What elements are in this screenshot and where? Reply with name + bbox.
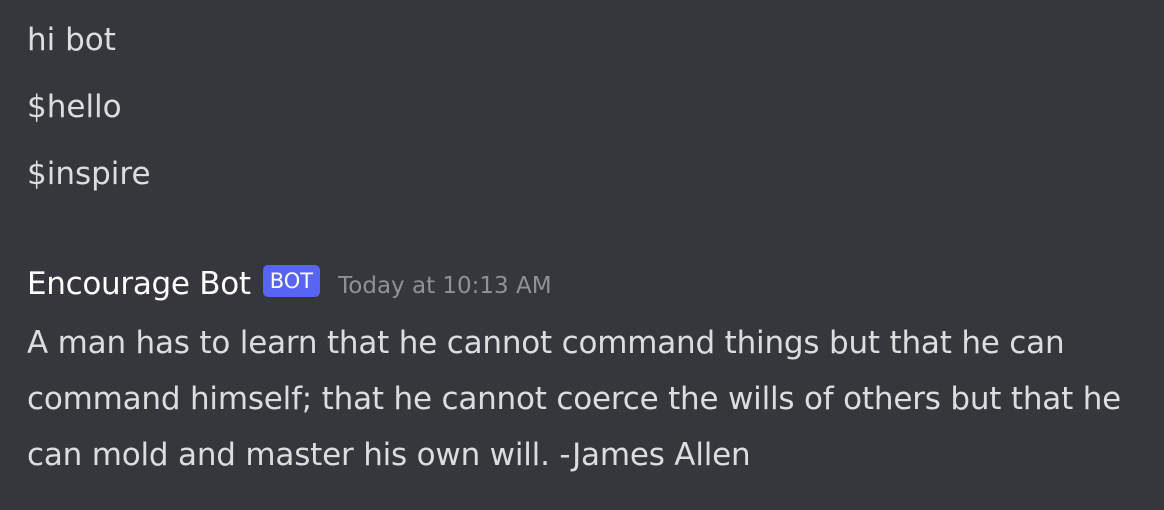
message-timestamp[interactable]: Today at 10:13 AM — [338, 273, 551, 299]
message-text: $inspire — [27, 156, 151, 192]
bot-message-text: A man has to learn that he cannot comman… — [27, 325, 1122, 473]
message-header: Encourage Bot BOT Today at 10:13 AM — [27, 262, 552, 306]
message-text: hi bot — [27, 22, 116, 58]
author-name[interactable]: Encourage Bot — [27, 266, 251, 302]
bot-badge: BOT — [262, 265, 321, 297]
chat-messages: hi bot $hello $inspire Encourage Bot BOT… — [0, 0, 1164, 510]
message-text: $hello — [27, 89, 122, 125]
